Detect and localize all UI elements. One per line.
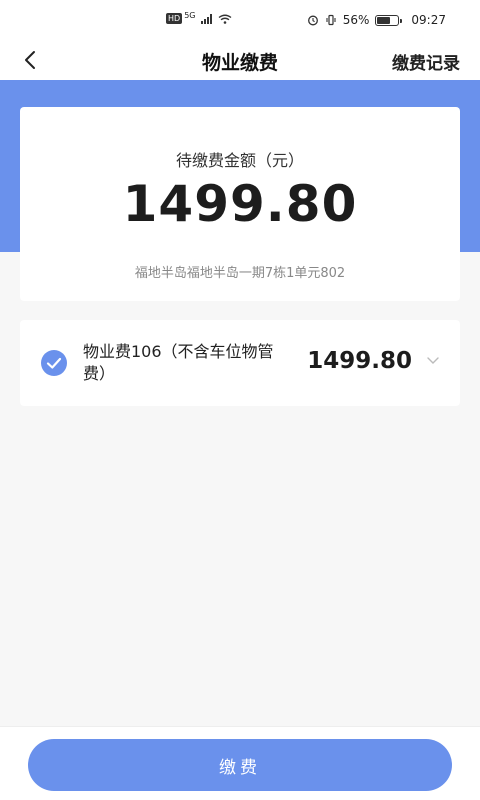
fee-item-amount: 1499.80 xyxy=(307,348,412,374)
fee-item[interactable]: 物业费106（不含车位物管费） 1499.80 xyxy=(20,320,460,406)
wifi-icon xyxy=(219,14,232,24)
pay-button[interactable]: 缴费 xyxy=(28,739,452,791)
status-bar: HD 5G 56% 09:27 xyxy=(0,0,480,40)
alarm-icon xyxy=(307,15,318,26)
amount-label: 待缴费金额（元） xyxy=(175,151,304,170)
amount-card: 待缴费金额（元） 1499.80 福地半岛福地半岛一期7栋1单元802 xyxy=(20,107,460,301)
status-right: 56% 09:27 xyxy=(307,13,446,27)
battery-percent: 56% xyxy=(342,13,370,27)
status-time: 09:27 xyxy=(411,13,446,27)
payment-history-link[interactable]: 缴费记录 xyxy=(392,49,460,74)
vibrate-icon xyxy=(326,14,336,26)
network-type: 5G xyxy=(184,11,196,20)
signal-icon xyxy=(201,13,213,24)
battery-icon xyxy=(375,14,403,26)
amount-due: 1499.80 xyxy=(122,175,358,233)
hd-badge: HD xyxy=(166,13,183,24)
screen: HD 5G 56% 09:27 物业缴费 缴费记录 待缴费金额（元） 1499.… xyxy=(0,0,480,800)
fee-item-name: 物业费106（不含车位物管费） xyxy=(83,342,274,383)
nav-bar: 物业缴费 缴费记录 xyxy=(0,40,480,80)
status-left: HD 5G xyxy=(166,11,232,24)
bottom-bar: 缴费 xyxy=(0,726,480,800)
check-circle-icon[interactable] xyxy=(40,349,68,377)
property-address: 福地半岛福地半岛一期7栋1单元802 xyxy=(134,266,346,281)
chevron-down-icon[interactable] xyxy=(426,356,440,366)
